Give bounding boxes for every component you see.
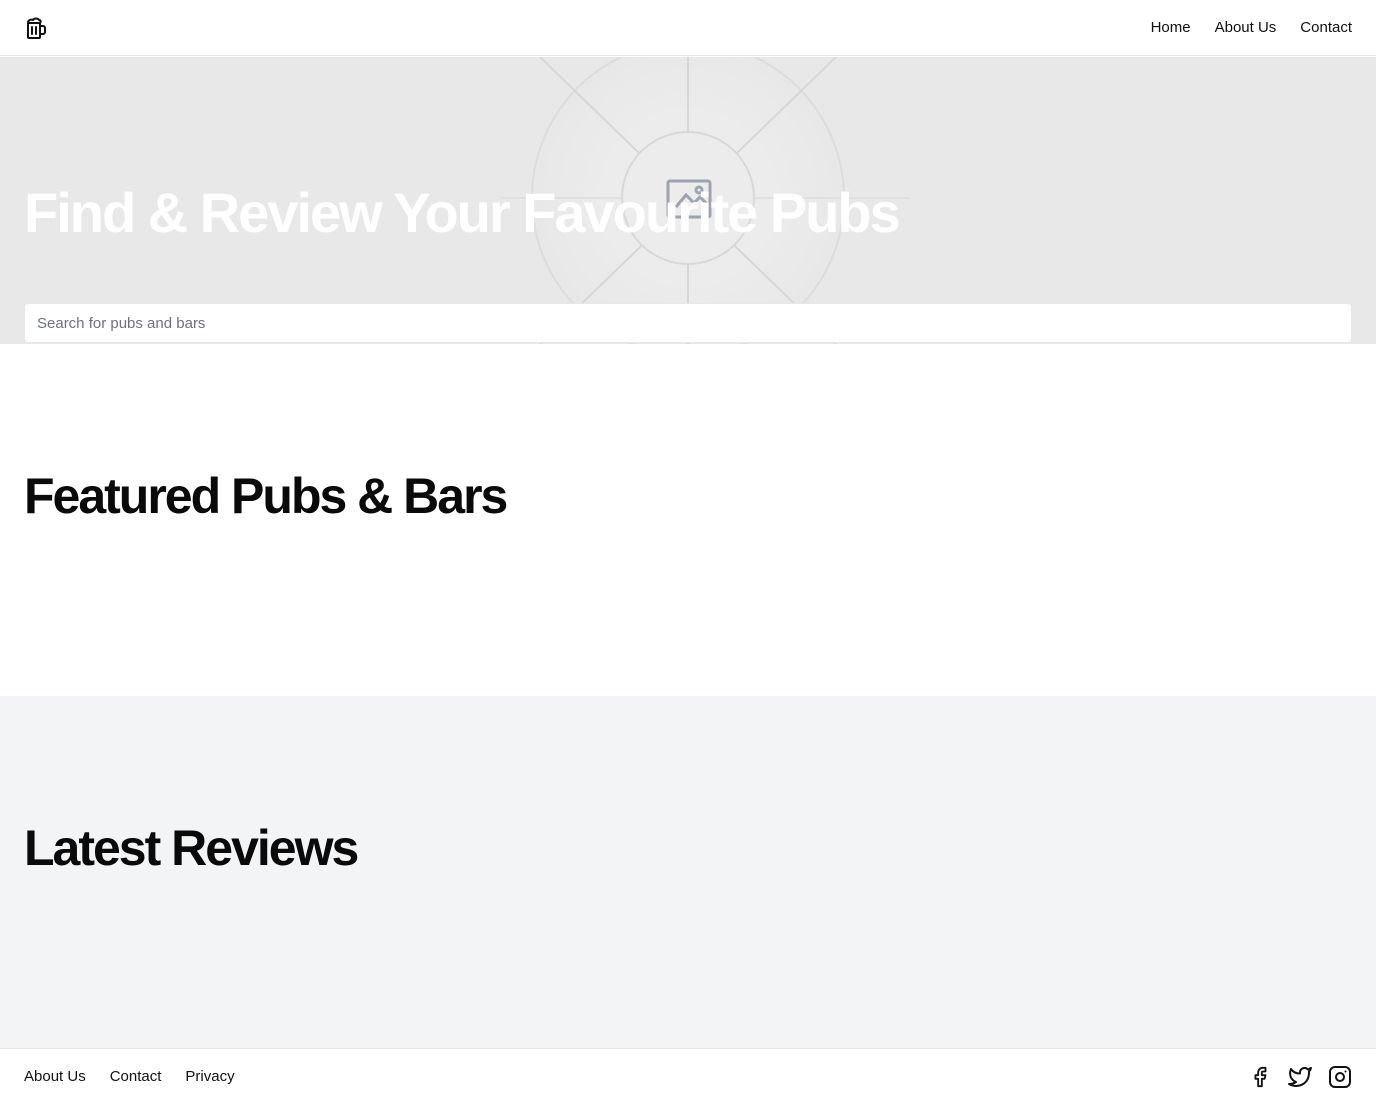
site-footer: About Us Contact Privacy [0,1048,1376,1104]
twitter-icon[interactable] [1288,1065,1312,1089]
instagram-icon[interactable] [1328,1065,1352,1089]
main-nav: Home About Us Contact [1151,19,1352,36]
facebook-icon[interactable] [1248,1065,1272,1089]
featured-section: Featured Pubs & Bars [0,344,1376,696]
latest-reviews-section: Latest Reviews [0,696,1376,1048]
search-input[interactable] [24,303,1352,343]
beer-mug-icon[interactable] [24,16,48,40]
featured-title: Featured Pubs & Bars [24,468,508,524]
nav-contact-link[interactable]: Contact [1300,19,1352,36]
site-header: Home About Us Contact [0,0,1376,56]
footer-about-link[interactable]: About Us [24,1068,86,1085]
social-links [1248,1065,1352,1089]
nav-about-link[interactable]: About Us [1215,19,1277,36]
footer-contact-link[interactable]: Contact [110,1068,162,1085]
footer-links: About Us Contact Privacy [24,1068,235,1085]
hero-title: Find & Review Your Favourite Pubs [24,181,901,244]
nav-home-link[interactable]: Home [1151,19,1191,36]
footer-privacy-link[interactable]: Privacy [185,1068,234,1085]
latest-reviews-title: Latest Reviews [24,820,359,876]
hero-section: Find & Review Your Favourite Pubs [0,57,1376,344]
